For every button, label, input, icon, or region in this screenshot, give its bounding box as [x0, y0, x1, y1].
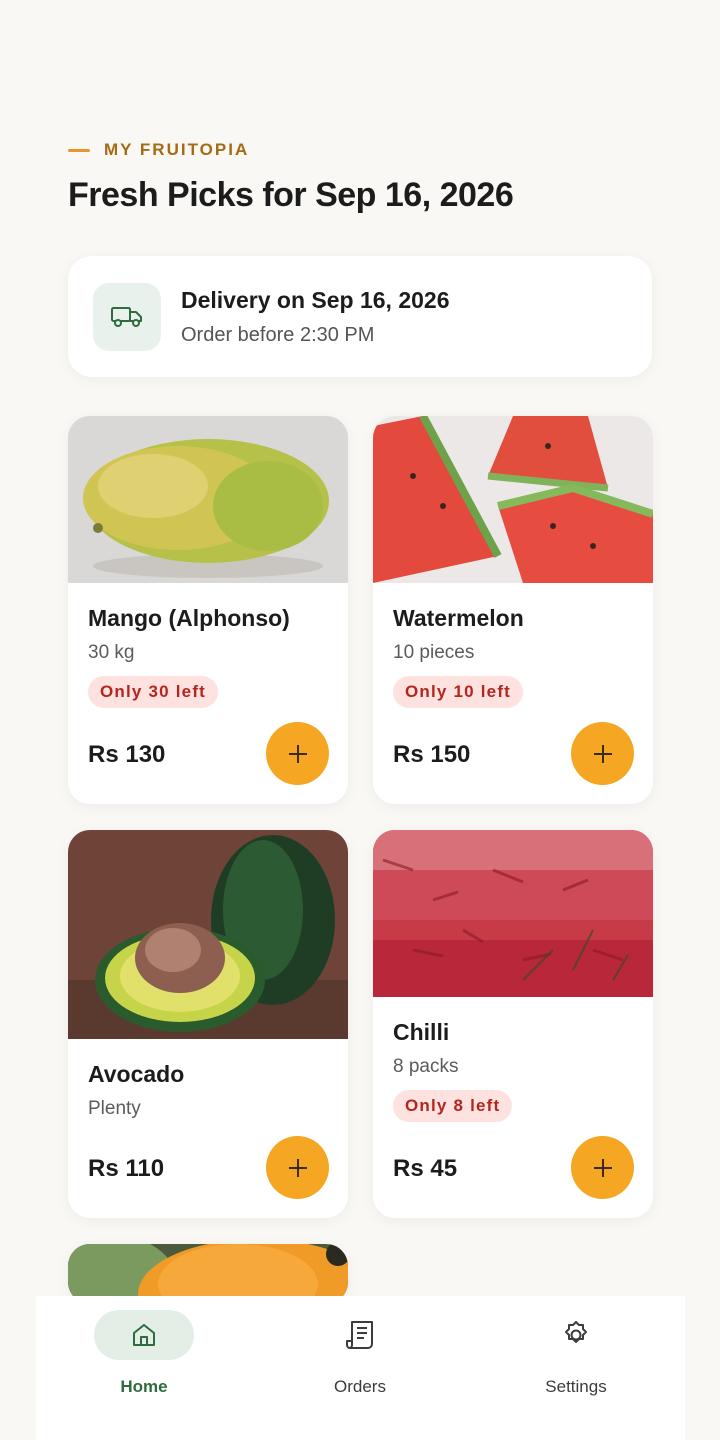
pumpkin-image: [68, 1244, 348, 1304]
nav-item-settings[interactable]: Settings: [496, 1310, 656, 1397]
mango-image: [68, 416, 348, 583]
product-quantity: Plenty: [88, 1098, 141, 1119]
stock-badge: Only 10 left: [393, 676, 524, 708]
watermelon-image: [373, 416, 653, 583]
delivery-title: Delivery on Sep 16, 2026: [181, 286, 450, 313]
nav-item-home[interactable]: Home: [64, 1310, 224, 1397]
product-name: Watermelon: [393, 605, 524, 631]
product-quantity: 30 kg: [88, 642, 135, 663]
product-card-chilli[interactable]: Chilli 8 packs Only 8 left Rs 45: [373, 830, 653, 1218]
product-name: Avocado: [88, 1061, 185, 1087]
add-button-chilli[interactable]: [571, 1136, 634, 1199]
truck-icon: [93, 282, 161, 351]
product-price: Rs 110: [88, 1155, 165, 1182]
bottom-nav: Home Orders Settings: [36, 1296, 685, 1440]
nav-label: Orders: [334, 1377, 386, 1396]
eyebrow: MY FRUITOPIA: [68, 140, 249, 160]
product-price: Rs 150: [393, 741, 471, 768]
product-quantity: 8 packs: [393, 1056, 459, 1077]
plus-icon: [288, 1158, 307, 1177]
product-card-pumpkin[interactable]: [68, 1244, 348, 1304]
add-button-mango[interactable]: [266, 722, 329, 785]
delivery-subtitle: Order before 2:30 PM: [181, 323, 375, 346]
add-button-watermelon[interactable]: [571, 722, 634, 785]
nav-item-orders[interactable]: Orders: [280, 1310, 440, 1397]
stock-badge: Only 8 left: [393, 1090, 513, 1122]
stock-badge: Only 30 left: [88, 676, 219, 708]
delivery-card: Delivery on Sep 16, 2026 Order before 2:…: [68, 256, 652, 377]
product-card-avocado[interactable]: Avocado Plenty Rs 110: [68, 830, 348, 1218]
nav-label: Home: [120, 1377, 168, 1396]
nav-label: Settings: [545, 1377, 607, 1396]
plus-icon: [593, 744, 612, 763]
eyebrow-text: MY FRUITOPIA: [104, 140, 250, 159]
gear-icon: [565, 1321, 587, 1343]
receipt-icon: [346, 1321, 373, 1349]
page-title: Fresh Picks for Sep 16, 2026: [68, 176, 514, 214]
avocado-image: [68, 830, 348, 1039]
product-name: Chilli: [393, 1019, 450, 1045]
product-name: Mango (Alphonso): [88, 605, 290, 631]
add-button-avocado[interactable]: [266, 1136, 329, 1199]
product-card-watermelon[interactable]: Watermelon 10 pieces Only 10 left Rs 150: [373, 416, 653, 804]
plus-icon: [593, 1158, 612, 1177]
chilli-image: [373, 830, 653, 997]
product-price: Rs 45: [393, 1155, 458, 1182]
home-icon: [133, 1324, 155, 1346]
product-card-mango[interactable]: Mango (Alphonso) 30 kg Only 30 left Rs 1…: [68, 416, 348, 804]
product-quantity: 10 pieces: [393, 642, 475, 663]
eyebrow-dash: [68, 148, 90, 152]
plus-icon: [288, 744, 307, 763]
product-price: Rs 130: [88, 741, 166, 768]
